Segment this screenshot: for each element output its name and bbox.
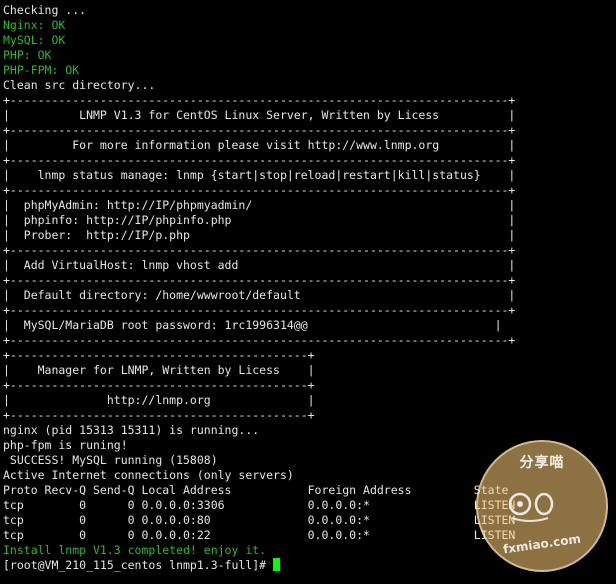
terminal-line: +---------------------------------------…	[3, 123, 516, 137]
terminal-line: Clean src directory...	[3, 78, 156, 92]
terminal-line: | phpinfo: http://IP/phpinfo.php |	[3, 213, 516, 227]
terminal-line: +---------------------------------------…	[3, 153, 516, 167]
terminal-cursor	[273, 558, 281, 571]
terminal-line: Nginx: OK	[3, 18, 66, 32]
terminal-line: | Default directory: /home/wwwroot/defau…	[3, 288, 516, 302]
terminal-line: | http://lnmp.org |	[3, 393, 315, 407]
terminal-line: nginx (pid 15313 15311) is running...	[3, 423, 260, 437]
terminal-line: | Add VirtualHost: lnmp vhost add |	[3, 258, 516, 272]
cat-face-icon	[508, 492, 554, 522]
terminal-line: | lnmp status manage: lnmp {start|stop|r…	[3, 168, 516, 182]
terminal-line: | Manager for LNMP, Written by Licess |	[3, 363, 315, 377]
terminal-line: PHP: OK	[3, 48, 52, 62]
watermark-title: 分享喵	[519, 455, 565, 471]
terminal-line: +---------------------------------------…	[3, 303, 516, 317]
terminal-line: +---------------------------------------…	[3, 93, 516, 107]
terminal-window[interactable]: Checking ... Nginx: OK MySQL: OK PHP: OK PHP…	[0, 0, 616, 584]
terminal-line: +---------------------------------------…	[3, 273, 516, 287]
terminal-line: +---------------------------------------…	[3, 243, 516, 257]
watermark-logo: 分享喵 fxmiao.com	[476, 440, 608, 572]
terminal-line: PHP-FPM: OK	[3, 63, 80, 77]
terminal-line: | phpMyAdmin: http://IP/phpmyadmin/ |	[3, 198, 516, 212]
terminal-line: +---------------------------------------…	[3, 378, 315, 392]
terminal-line: +---------------------------------------…	[3, 333, 516, 347]
terminal-line: | MySQL/MariaDB root password: 1rc199631…	[3, 318, 502, 332]
terminal-line: Checking ...	[3, 3, 87, 17]
terminal-line: +---------------------------------------…	[3, 348, 315, 362]
terminal-line: MySQL: OK	[3, 33, 66, 47]
terminal-line: | LNMP V1.3 for CentOS Linux Server, Wri…	[3, 108, 516, 122]
terminal-line: +---------------------------------------…	[3, 408, 315, 422]
terminal-line: | Prober: http://IP/p.php |	[3, 228, 516, 242]
terminal-line: +---------------------------------------…	[3, 183, 516, 197]
terminal-line: | For more information please visit http…	[3, 138, 516, 152]
shell-prompt: [root@VM_210_115_centos lnmp1.3-full]#	[3, 558, 274, 572]
